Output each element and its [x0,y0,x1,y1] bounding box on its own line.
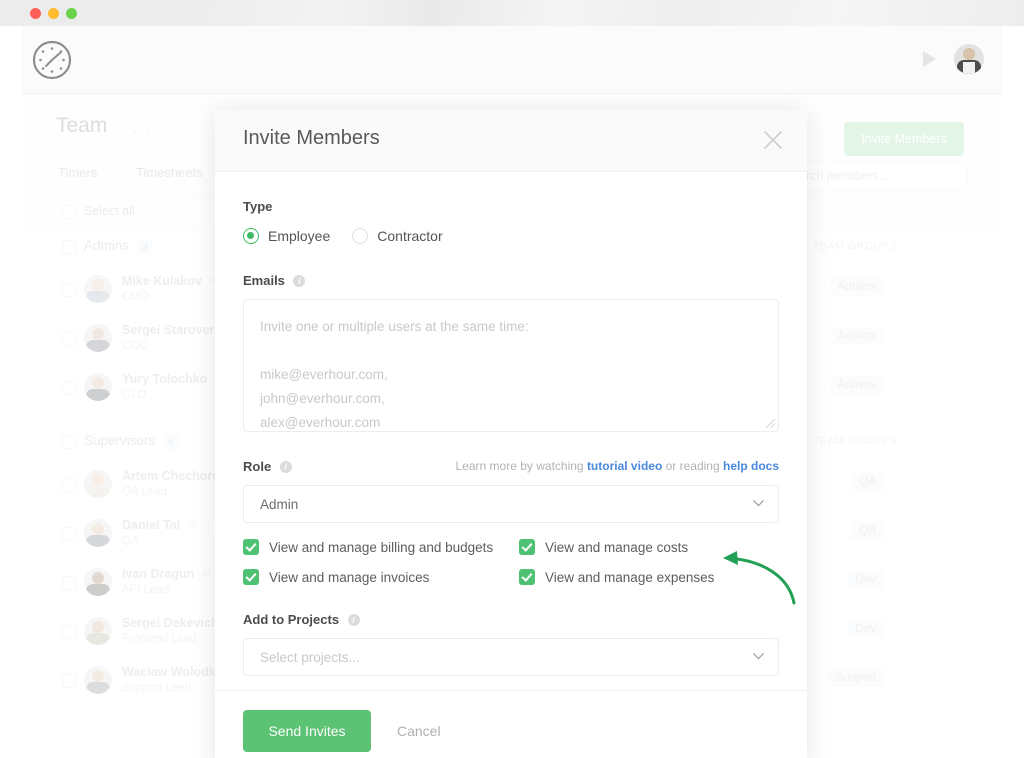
radio-employee-label: Employee [268,228,330,244]
checkbox-checked-icon [243,539,259,555]
radio-employee-mark [243,228,259,244]
emails-textarea[interactable]: Invite one or multiple users at the same… [243,299,779,432]
close-icon[interactable] [761,128,785,152]
permission-invoices[interactable]: View and manage invoices [243,569,519,585]
avatar-head [963,48,975,60]
app-window: Team ··· Invite Members Timers Timesheet… [0,0,1024,758]
projects-label: Add to Projects [243,612,339,627]
window-minimize-button[interactable] [48,8,59,19]
role-label-row: Role i Learn more by watching tutorial v… [243,458,779,476]
permissions-grid: View and manage billing and budgets View… [243,539,779,585]
tutorial-video-link[interactable]: tutorial video [587,459,662,473]
role-hint-middle: or reading [662,459,723,473]
projects-select-placeholder: Select projects... [260,650,360,665]
type-label: Type [243,199,272,214]
chevron-down-icon [753,500,764,507]
type-section: Type [243,198,779,216]
avatar[interactable] [954,44,984,74]
role-label: Role [243,459,271,474]
play-icon[interactable] [918,48,940,70]
projects-label-row: Add to Projects i [243,611,779,629]
help-docs-link[interactable]: help docs [723,459,779,473]
info-icon[interactable]: i [293,275,305,287]
checkbox-checked-icon [243,569,259,585]
permission-label: View and manage costs [545,540,688,555]
send-invites-button[interactable]: Send Invites [243,710,371,752]
stopwatch-icon[interactable] [30,38,74,82]
chevron-down-icon [753,653,764,660]
checkbox-checked-icon [519,569,535,585]
radio-contractor-label: Contractor [377,228,442,244]
permission-costs[interactable]: View and manage costs [519,539,779,555]
emails-label: Emails [243,273,285,288]
permission-label: View and manage expenses [545,570,714,585]
role-hint: Learn more by watching tutorial video or… [456,459,779,473]
type-radio-group: Employee Contractor [243,228,779,244]
projects-select[interactable]: Select projects... [243,638,779,676]
window-titlebar [0,0,1024,26]
dialog-body: Type Employee Contractor Emails i Invite… [215,172,807,690]
role-select[interactable]: Admin [243,485,779,523]
permission-label: View and manage billing and budgets [269,540,493,555]
window-maximize-button[interactable] [66,8,77,19]
info-icon[interactable]: i [348,614,360,626]
checkbox-checked-icon [519,539,535,555]
invite-members-dialog: Invite Members Type Employee Contractor [215,110,807,758]
radio-contractor-mark [352,228,368,244]
dialog-footer: Send Invites Cancel [215,690,807,758]
info-icon[interactable]: i [280,461,292,473]
avatar-shirt [963,62,975,74]
resize-grip-icon[interactable] [766,419,775,428]
dialog-header: Invite Members [215,110,807,172]
dialog-title: Invite Members [243,127,380,150]
radio-employee[interactable]: Employee [243,228,330,244]
role-hint-prefix: Learn more by watching [456,459,587,473]
emails-placeholder: Invite one or multiple users at the same… [260,315,529,435]
permission-billing-budgets[interactable]: View and manage billing and budgets [243,539,519,555]
emails-label-row: Emails i [243,272,779,290]
app-topbar [22,26,1002,94]
cancel-button[interactable]: Cancel [397,723,441,739]
window-close-button[interactable] [30,8,41,19]
role-select-value: Admin [260,497,298,512]
titlebar-texture [180,0,1024,26]
permission-expenses[interactable]: View and manage expenses [519,569,779,585]
radio-contractor[interactable]: Contractor [352,228,442,244]
permission-label: View and manage invoices [269,570,429,585]
